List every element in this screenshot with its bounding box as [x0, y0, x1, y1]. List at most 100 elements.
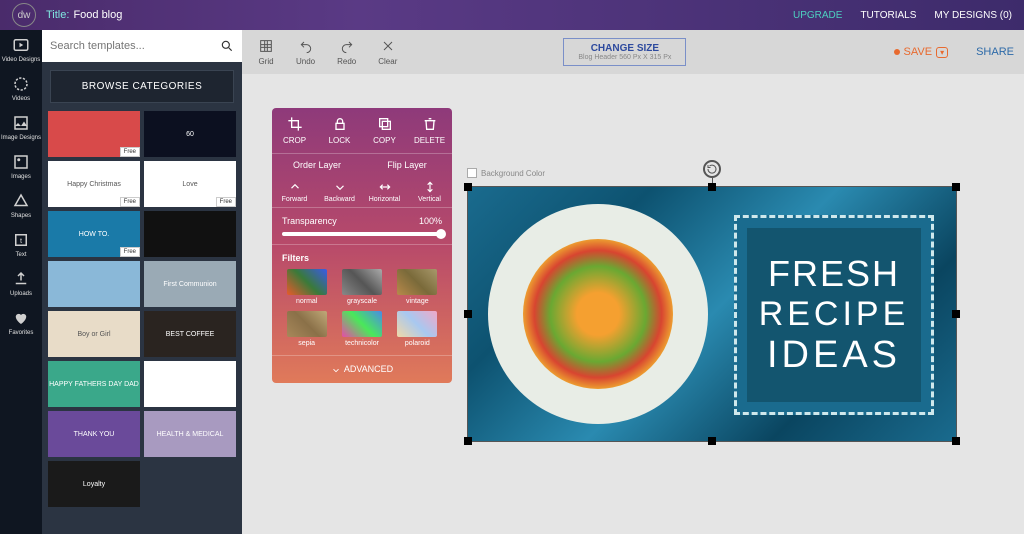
poster-box: FRESH RECIPE IDEAS: [734, 215, 934, 415]
redo-button[interactable]: Redo: [331, 38, 362, 66]
filter-preview: [397, 311, 437, 337]
transparency-label: Transparency: [282, 216, 337, 226]
artwork-image[interactable]: FRESH RECIPE IDEAS: [468, 187, 956, 441]
resize-handle[interactable]: [952, 183, 960, 191]
tutorials-link[interactable]: TUTORIALS: [860, 10, 916, 21]
template-thumb[interactable]: Happy ChristmasFree: [48, 161, 140, 207]
order-layer-header: Order Layer: [272, 154, 362, 176]
template-thumb[interactable]: HEALTH & MEDICAL: [144, 411, 236, 457]
top-bar: dw Title: Food blog UPGRADE TUTORIALS MY…: [0, 0, 1024, 30]
my-designs-link[interactable]: MY DESIGNS (0): [934, 10, 1012, 21]
title-label: Title:: [46, 9, 69, 21]
transparency-slider[interactable]: [282, 232, 442, 236]
backward-button[interactable]: Backward: [317, 180, 362, 203]
filter-technicolor[interactable]: technicolor: [337, 311, 386, 347]
app-logo[interactable]: dw: [12, 3, 36, 27]
resize-handle[interactable]: [952, 437, 960, 445]
flip-layer-header: Flip Layer: [362, 154, 452, 176]
advanced-button[interactable]: ADVANCED: [272, 355, 452, 383]
rail-video-designs[interactable]: Video Designs: [2, 36, 41, 63]
rail-images[interactable]: Images: [11, 153, 31, 180]
flip-horizontal-button[interactable]: Horizontal: [362, 180, 407, 203]
template-thumb[interactable]: BEST COFFEE: [144, 311, 236, 357]
rail-videos[interactable]: Videos: [12, 75, 30, 102]
selection-box[interactable]: FRESH RECIPE IDEAS: [467, 186, 957, 442]
background-color-control[interactable]: Background Color: [467, 168, 545, 178]
flip-vertical-button[interactable]: Vertical: [407, 180, 452, 203]
properties-panel: CROP LOCK COPY DELETE Order Layer Flip L…: [272, 108, 452, 383]
search-icon[interactable]: [220, 39, 234, 53]
canvas-toolbar: Grid Undo Redo Clear CHANGE SIZE Blog He…: [242, 30, 1024, 74]
slider-knob[interactable]: [436, 229, 446, 239]
grid-button[interactable]: Grid: [252, 38, 280, 66]
plate-graphic: [488, 204, 708, 424]
filter-label: sepia: [298, 340, 315, 347]
clear-button[interactable]: Clear: [372, 38, 403, 66]
crop-button[interactable]: CROP: [272, 108, 317, 153]
template-thumb[interactable]: First Communion: [144, 261, 236, 307]
price-tag: Free: [120, 197, 140, 207]
svg-text:t: t: [20, 236, 23, 245]
rotate-handle[interactable]: [703, 160, 721, 178]
design-selection[interactable]: Background Color FRESH RECIPE IDEAS: [467, 186, 957, 442]
template-thumb[interactable]: Free: [48, 111, 140, 157]
template-thumb[interactable]: 60: [144, 111, 236, 157]
rail-favorites[interactable]: Favorites: [9, 309, 34, 336]
change-size-detail: Blog Header 560 Px X 315 Px: [578, 54, 671, 61]
filter-label: grayscale: [347, 298, 377, 305]
change-size-title: CHANGE SIZE: [578, 43, 671, 54]
template-thumb[interactable]: LoveFree: [144, 161, 236, 207]
rail-label: Text: [15, 252, 26, 258]
color-swatch[interactable]: [467, 168, 477, 178]
filter-polaroid[interactable]: polaroid: [393, 311, 442, 347]
template-thumb[interactable]: THANK YOU: [48, 411, 140, 457]
rail-shapes[interactable]: Shapes: [11, 192, 31, 219]
save-label: SAVE: [904, 46, 933, 58]
filter-grayscale[interactable]: grayscale: [337, 269, 386, 305]
browse-categories-button[interactable]: BROWSE CATEGORIES: [50, 70, 234, 103]
template-thumb[interactable]: [144, 361, 236, 407]
filter-normal[interactable]: normal: [282, 269, 331, 305]
rail-image-designs[interactable]: Image Designs: [1, 114, 41, 141]
save-button[interactable]: SAVE ▾: [894, 46, 949, 58]
template-thumb[interactable]: Boy or Girl: [48, 311, 140, 357]
delete-button[interactable]: DELETE: [407, 108, 452, 153]
template-thumb[interactable]: HAPPY FATHERS DAY DAD: [48, 361, 140, 407]
template-thumb[interactable]: Loyalty: [48, 461, 140, 507]
change-size-button[interactable]: CHANGE SIZE Blog Header 560 Px X 315 Px: [563, 38, 686, 66]
forward-button[interactable]: Forward: [272, 180, 317, 203]
bgcolor-label: Background Color: [481, 169, 545, 178]
template-thumb[interactable]: [48, 261, 140, 307]
lock-button[interactable]: LOCK: [317, 108, 362, 153]
rail-uploads[interactable]: Uploads: [10, 270, 32, 297]
filter-sepia[interactable]: sepia: [282, 311, 331, 347]
copy-button[interactable]: COPY: [362, 108, 407, 153]
rail-text[interactable]: t Text: [12, 231, 30, 258]
btn-label: COPY: [373, 136, 396, 145]
undo-button[interactable]: Undo: [290, 38, 321, 66]
workspace[interactable]: CROP LOCK COPY DELETE Order Layer Flip L…: [242, 74, 1024, 534]
template-thumb[interactable]: [144, 211, 236, 257]
filter-vintage[interactable]: vintage: [393, 269, 442, 305]
resize-handle[interactable]: [464, 183, 472, 191]
rail-label: Videos: [12, 96, 30, 102]
search-input[interactable]: [50, 40, 220, 52]
resize-handle[interactable]: [464, 437, 472, 445]
resize-handle[interactable]: [464, 310, 472, 318]
upgrade-link[interactable]: UPGRADE: [793, 10, 842, 21]
title-value[interactable]: Food blog: [73, 9, 122, 21]
resize-handle[interactable]: [952, 310, 960, 318]
canvas-area: Grid Undo Redo Clear CHANGE SIZE Blog He…: [242, 30, 1024, 534]
resize-handle[interactable]: [708, 183, 716, 191]
share-button[interactable]: SHARE: [976, 46, 1014, 58]
btn-label: Horizontal: [369, 196, 401, 203]
template-thumb[interactable]: HOW TO.Free: [48, 211, 140, 257]
resize-handle[interactable]: [708, 437, 716, 445]
rail-label: Shapes: [11, 213, 31, 219]
filter-preview: [342, 269, 382, 295]
filter-preview: [287, 269, 327, 295]
btn-label: Clear: [378, 57, 397, 66]
save-dropdown-icon[interactable]: ▾: [936, 47, 948, 58]
filter-preview: [342, 311, 382, 337]
poster-line: IDEAS: [767, 334, 901, 377]
